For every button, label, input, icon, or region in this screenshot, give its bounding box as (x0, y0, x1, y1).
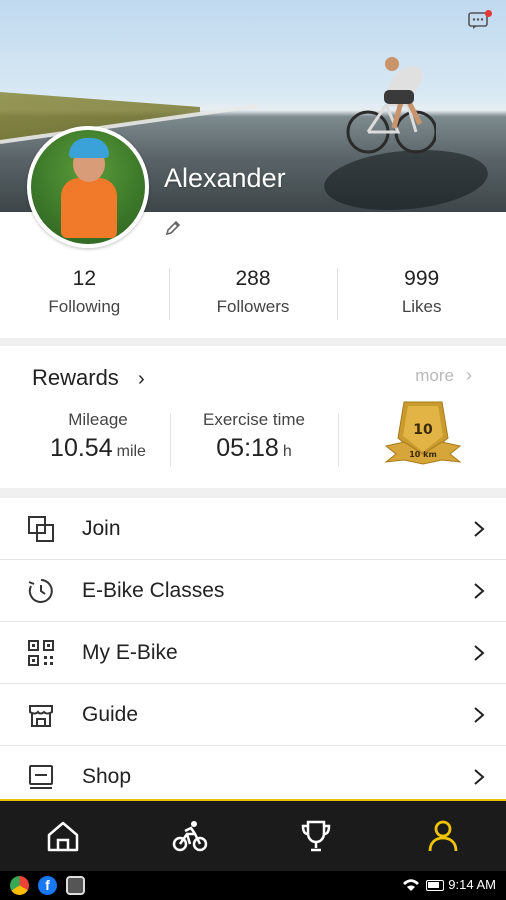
avatar[interactable] (27, 126, 149, 248)
chevron-right-icon (474, 582, 485, 599)
exercise-time-unit: h (282, 443, 292, 460)
menu-item-e-bike-classes[interactable]: E-Bike Classes (0, 560, 506, 622)
profile-stats: 12 Following 288 Followers 999 Likes (0, 264, 506, 328)
qr-code-icon (28, 639, 54, 666)
menu-item-guide[interactable]: Guide (0, 684, 506, 746)
menu-item-label: E-Bike Classes (82, 578, 225, 602)
join-icon (28, 515, 54, 542)
stat-followers[interactable]: 288 Followers (168, 264, 338, 328)
chevron-right-icon[interactable]: › (138, 368, 145, 391)
exercise-time-label: Exercise time (202, 410, 306, 429)
stat-value: 999 (404, 267, 440, 290)
mileage-metric: Mileage 10.54 mile (28, 410, 168, 463)
divider (170, 414, 171, 466)
mileage-value: 10.54 (50, 434, 113, 462)
tab-profile[interactable] (380, 801, 506, 871)
store-icon (29, 704, 53, 727)
rewards-title[interactable]: Rewards (32, 365, 119, 391)
facebook-icon[interactable]: f (38, 876, 57, 895)
more-link[interactable]: more (415, 366, 454, 386)
tab-home[interactable] (0, 801, 127, 871)
chrome-icon[interactable] (10, 876, 29, 895)
exercise-time-value-row: 05:18 h (188, 434, 320, 463)
rewards-card: Rewards › more › Mileage 10.54 mile Exerc… (0, 346, 506, 488)
timer-icon (28, 578, 53, 603)
chevron-right-icon (474, 644, 485, 661)
edit-pencil-icon[interactable] (163, 218, 183, 238)
mileage-value-row: 10.54 mile (28, 434, 168, 463)
menu-item-label: Shop (82, 764, 132, 788)
tab-trophy[interactable] (253, 801, 380, 871)
menu-item-label: Join (82, 516, 121, 540)
clock: 9:14 AM (448, 877, 496, 892)
menu-list: Join E-Bike Classes My E-Bike Guide Shop (0, 498, 506, 808)
stat-likes[interactable]: 999 Likes (337, 264, 506, 328)
medal-number: 10 (413, 422, 433, 438)
avatar-helmet (69, 138, 109, 158)
wifi-icon (403, 879, 419, 891)
profile-icon (428, 820, 458, 852)
username: Alexander (164, 163, 286, 193)
stat-following[interactable]: 12 Following (0, 264, 169, 328)
battery-icon (426, 880, 444, 891)
medal-badge-icon[interactable]: 10 10 km (384, 398, 462, 470)
app-icon[interactable] (66, 876, 85, 895)
stat-label: Followers (216, 297, 290, 316)
shop-icon (29, 764, 53, 789)
avatar-shirt (61, 178, 117, 238)
stat-label: Following (48, 297, 121, 316)
cyclist-illustration (346, 57, 436, 154)
bottom-tab-bar (0, 799, 506, 871)
exercise-time-metric: Exercise time 05:18 h (188, 410, 320, 463)
tab-ride[interactable] (127, 801, 254, 871)
system-status-bar: f 9:14 AM (0, 871, 506, 900)
menu-item-join[interactable]: Join (0, 498, 506, 560)
menu-item-label: Guide (82, 702, 139, 726)
chevron-right-icon (474, 706, 485, 723)
menu-item-my-e-bike[interactable]: My E-Bike (0, 622, 506, 684)
home-icon (48, 821, 79, 852)
menu-item-label: My E-Bike (82, 640, 178, 664)
exercise-time-value: 05:18 (216, 434, 279, 462)
stat-value: 288 (235, 267, 271, 290)
stat-value: 12 (72, 267, 97, 290)
stat-label: Likes (401, 297, 442, 316)
medal-distance: 10 km (409, 450, 437, 459)
trophy-icon (301, 820, 331, 852)
chevron-right-icon[interactable]: › (466, 365, 472, 386)
divider (338, 414, 339, 466)
mileage-unit: mile (116, 443, 146, 460)
notification-dot (485, 10, 492, 17)
chevron-right-icon (474, 768, 485, 785)
mileage-label: Mileage (68, 410, 128, 429)
bike-rider-icon (172, 821, 207, 852)
chevron-right-icon (474, 520, 485, 537)
